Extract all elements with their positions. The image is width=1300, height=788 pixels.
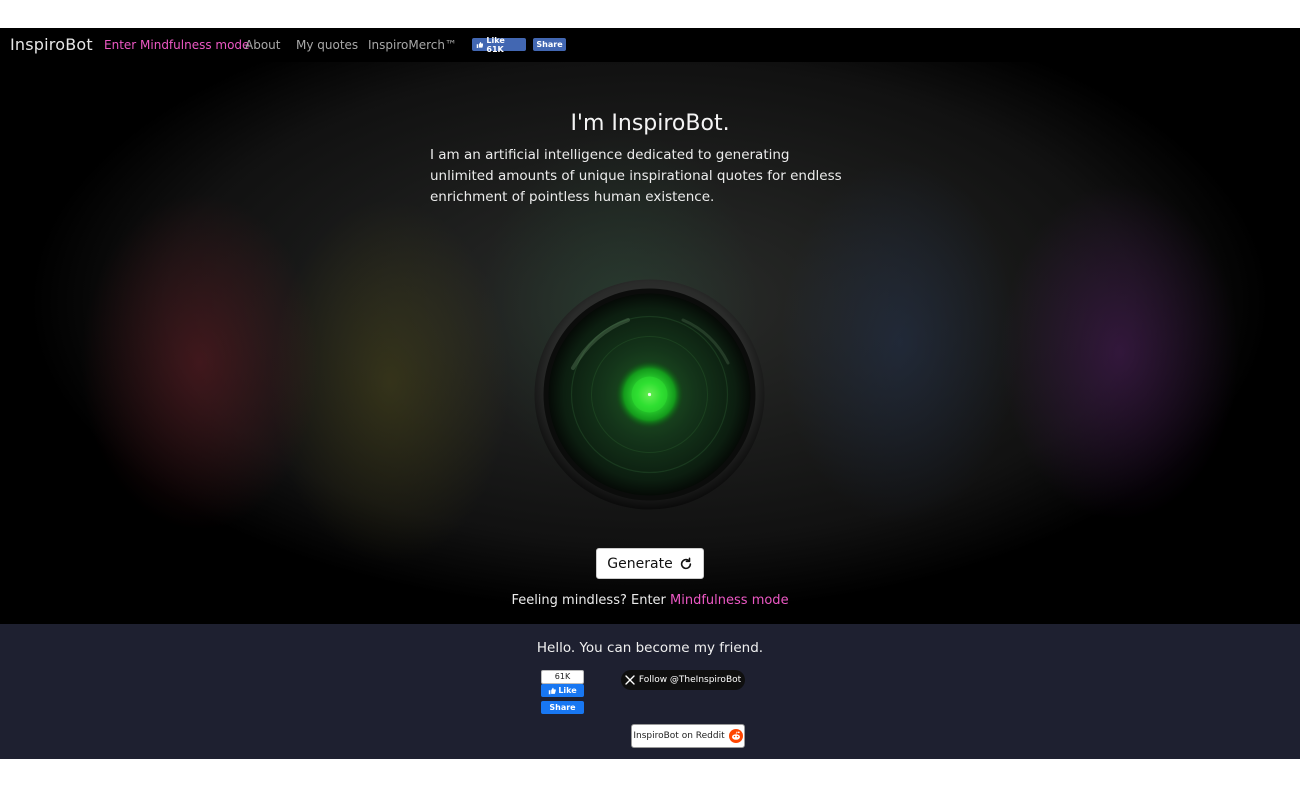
fb-like-button[interactable]: Like 61K: [472, 35, 526, 54]
nav-merch-link[interactable]: InspiroMerch™: [368, 38, 457, 52]
thumbs-up-icon: [476, 41, 484, 48]
fb-like-button[interactable]: Like: [541, 684, 584, 697]
fb-share-label: Share: [536, 40, 563, 49]
nav-my-quotes-link[interactable]: My quotes: [296, 38, 358, 52]
x-logo-icon: [625, 675, 635, 685]
x-follow-label: Follow @TheInspiroBot: [638, 675, 742, 685]
footer-section: Hello. You can become my friend. 61K Lik…: [0, 624, 1300, 759]
page-title: I'm InspiroBot.: [570, 111, 730, 136]
fb-share-button[interactable]: Share: [541, 701, 584, 714]
x-follow-button[interactable]: Follow @TheInspiroBot: [621, 670, 745, 690]
fb-widget: 61K Like Share: [541, 670, 584, 715]
thumbs-up-icon: [549, 687, 557, 694]
nav-mindfulness-link[interactable]: Enter Mindfulness mode: [104, 38, 249, 52]
bot-description: I am an artificial intelligence dedicate…: [430, 147, 842, 205]
mindfulness-mode-link[interactable]: Mindfulness mode: [670, 593, 789, 608]
reddit-label: InspiroBot on Reddit: [633, 731, 725, 741]
fb-like-label: Like 61K: [486, 35, 505, 54]
mindless-prompt: Feeling mindless? Enter Mindfulness mode: [0, 593, 1300, 608]
mindless-text: Feeling mindless? Enter: [511, 593, 671, 608]
reddit-icon: [728, 729, 743, 743]
inspirobot-page: InspiroBot Enter Mindfulness mode About …: [0, 28, 1300, 759]
brand-logo[interactable]: InspiroBot: [10, 35, 93, 54]
top-navbar: InspiroBot Enter Mindfulness mode About …: [0, 28, 1300, 62]
friend-message: Hello. You can become my friend.: [536, 640, 764, 656]
refresh-icon: [680, 557, 691, 569]
fb-like-count: 61K: [541, 670, 584, 684]
nav-about-link[interactable]: About: [245, 38, 280, 52]
generate-label: Generate: [607, 555, 673, 572]
generate-button[interactable]: Generate: [596, 548, 704, 579]
reddit-button[interactable]: InspiroBot on Reddit: [631, 724, 745, 748]
fb-share-label: Share: [549, 703, 576, 712]
fb-share-button[interactable]: Share: [533, 38, 566, 51]
fb-like-label: Like: [558, 686, 577, 695]
hero-section: I'm InspiroBot. I am an artificial intel…: [0, 62, 1300, 624]
hal-eye-icon: [534, 279, 765, 510]
